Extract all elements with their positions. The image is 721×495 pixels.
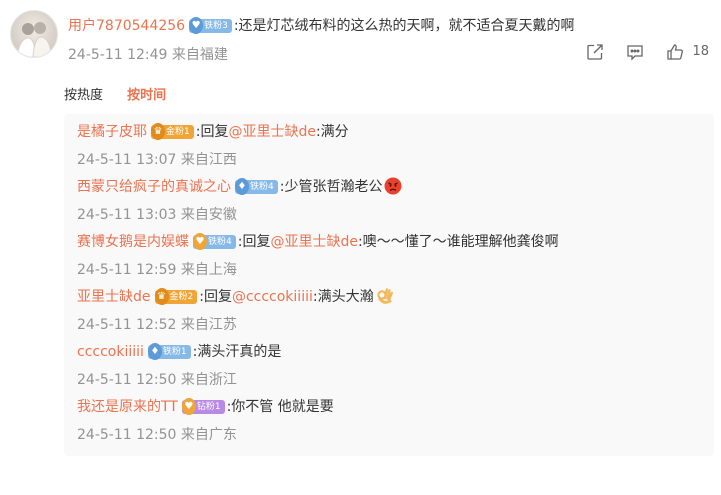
reply-line: 赛博女鹅是内娱蝶 ♥ 铁粉4:回复@亚里士缺de:噢～～懂了～谁能理解他龚俊啊: [77, 232, 697, 252]
reply-meta: 24-5-11 12:59 来自上海: [77, 260, 697, 280]
sort-by-time-tab[interactable]: 按时间: [127, 88, 166, 103]
like-count: 18: [692, 44, 709, 59]
reply-item: ccccokiiiii ♦ 铁粉1:满头汗真的是 24-5-11 12:50 来自浙…: [77, 342, 697, 390]
like-icon[interactable]: [666, 43, 684, 61]
fan-badge[interactable]: ♦ 铁粉4: [235, 178, 278, 195]
badge-heart-icon: ♥: [193, 233, 207, 250]
badge-heart-icon: ♥: [181, 398, 196, 415]
reply-location: 来自广东: [180, 427, 237, 443]
reply-location: 来自浙江: [180, 372, 237, 388]
sort-by-hot-tab[interactable]: 按热度: [64, 88, 103, 103]
reply-line: 我还是原来的TT ♥ 钻粉1:你不管 他就是要: [77, 397, 697, 417]
comment-icon[interactable]: [626, 43, 644, 61]
fan-badge[interactable]: ♥ 铁粉3: [189, 17, 232, 34]
badge-label: 铁粉1: [162, 347, 187, 357]
fan-badge[interactable]: ♛ 金粉1: [151, 123, 194, 140]
badge-label: 金粉1: [166, 127, 190, 137]
reply-meta: 24-5-11 12:50 来自广东: [77, 425, 697, 445]
badge-label: 铁粉3: [204, 21, 228, 31]
ok-hand-emoji: [376, 287, 394, 305]
comment-actions: 18: [564, 43, 709, 61]
sort-bar: 按热度 按时间: [64, 86, 186, 106]
reply-username-link[interactable]: 我还是原来的TT: [77, 399, 178, 415]
reply-prefix: :回复: [195, 124, 229, 140]
comment-meta: 24-5-11 12:49 来自福建: [68, 45, 228, 65]
reply-line: ccccokiiiii ♦ 铁粉1:满头汗真的是: [77, 342, 697, 362]
reply-username-link[interactable]: ccccokiiiii: [77, 344, 144, 360]
reply-item: 亚里士缺de ♛ 金粉2:回复@ccccokiiiii:满头大瀚 24-5-11 1…: [77, 287, 697, 335]
reply-meta: 24-5-11 12:50 来自浙江: [77, 370, 697, 390]
top-comment: 用户7870544256 ♥ 铁粉3:还是灯芯绒布料的这么热的天啊，就不适合夏天戴的…: [0, 0, 721, 80]
reply-list: 是橘子皮耶 ♛ 金粉1:回复@亚里士缺de:满分 24-5-11 13:07 来自江…: [64, 114, 714, 456]
angry-face-emoji: [384, 177, 402, 195]
badge-crown-icon: ♛: [151, 123, 165, 140]
badge-diamond-icon: ♦: [235, 178, 249, 195]
reply-location: 来自江苏: [180, 317, 237, 333]
reply-text: :满分: [315, 124, 349, 140]
reply-meta: 24-5-11 12:52 来自江苏: [77, 315, 697, 335]
reply-time: 24-5-11 12:52: [77, 317, 177, 333]
reply-time: 24-5-11 13:03: [77, 207, 177, 223]
reply-username-link[interactable]: 是橘子皮耶: [77, 124, 147, 140]
reply-line: 西蒙只给疯子的真诚之心 ♦ 铁粉4:少管张哲瀚老公: [77, 177, 697, 197]
reply-text: :满头大瀚: [312, 289, 374, 305]
reply-text: :你不管 他就是要: [226, 399, 334, 415]
badge-diamond-icon: ♦: [147, 343, 162, 360]
badge-heart-icon: ♥: [189, 17, 204, 34]
reply-location: 来自安徽: [180, 207, 237, 223]
reply-username-link[interactable]: 西蒙只给疯子的真诚之心: [77, 179, 231, 195]
reply-text: :少管张哲瀚老公: [279, 179, 383, 195]
reply-username-link[interactable]: 亚里士缺de: [77, 289, 151, 305]
avatar[interactable]: [10, 10, 58, 58]
mention-link[interactable]: @亚里士缺de: [228, 124, 316, 140]
comment-text: :还是灯芯绒布料的这么热的天啊，就不适合夏天戴的啊: [233, 18, 575, 34]
reply-line: 是橘子皮耶 ♛ 金粉1:回复@亚里士缺de:满分: [77, 122, 697, 142]
share-icon[interactable]: [586, 43, 604, 61]
badge-crown-icon: ♛: [154, 288, 169, 305]
reply-time: 24-5-11 12:59: [77, 262, 177, 278]
reply-location: 来自江西: [180, 152, 237, 168]
fan-badge[interactable]: ♥ 铁粉4: [193, 233, 236, 250]
badge-label: 金粉2: [169, 292, 194, 302]
reply-time: 24-5-11 12:50: [77, 372, 177, 388]
reply-item: 西蒙只给疯子的真诚之心 ♦ 铁粉4:少管张哲瀚老公 24-5-11 13:03 来自…: [77, 177, 697, 225]
reply-username-link[interactable]: 赛博女鹅是内娱蝶: [77, 234, 189, 250]
reply-item: 是橘子皮耶 ♛ 金粉1:回复@亚里士缺de:满分 24-5-11 13:07 来自江…: [77, 122, 697, 170]
mention-link[interactable]: @亚里士缺de: [270, 234, 358, 250]
reply-meta: 24-5-11 13:03 来自安徽: [77, 205, 697, 225]
badge-label: 钻粉1: [196, 402, 221, 412]
reply-item: 赛博女鹅是内娱蝶 ♥ 铁粉4:回复@亚里士缺de:噢～～懂了～谁能理解他龚俊啊 24…: [77, 232, 697, 280]
username-link[interactable]: 用户7870544256: [68, 18, 185, 34]
reply-text: :满头汗真的是: [192, 344, 282, 360]
badge-label: 铁粉4: [250, 182, 274, 192]
reply-item: 我还是原来的TT ♥ 钻粉1:你不管 他就是要 24-5-11 12:50 来自广东: [77, 397, 697, 445]
comment-time: 24-5-11 12:49: [68, 47, 168, 63]
top-comment-line: 用户7870544256 ♥ 铁粉3:还是灯芯绒布料的这么热的天啊，就不适合夏天戴的…: [68, 15, 575, 37]
reply-line: 亚里士缺de ♛ 金粉2:回复@ccccokiiiii:满头大瀚: [77, 287, 697, 307]
reply-prefix: :回复: [199, 289, 232, 305]
fan-badge[interactable]: ♦ 铁粉1: [147, 343, 191, 360]
reply-location: 来自上海: [180, 262, 237, 278]
badge-label: 铁粉4: [208, 237, 232, 247]
mention-link[interactable]: @ccccokiiiii: [232, 289, 313, 305]
reply-prefix: :回复: [237, 234, 271, 250]
reply-time: 24-5-11 12:50: [77, 427, 177, 443]
reply-text: :噢～～懂了～谁能理解他龚俊啊: [357, 234, 559, 250]
fan-badge[interactable]: ♥ 钻粉1: [181, 398, 225, 415]
fan-badge[interactable]: ♛ 金粉2: [154, 288, 198, 305]
reply-meta: 24-5-11 13:07 来自江西: [77, 150, 697, 170]
comment-location: 来自福建: [171, 47, 228, 63]
reply-time: 24-5-11 13:07: [77, 152, 177, 168]
